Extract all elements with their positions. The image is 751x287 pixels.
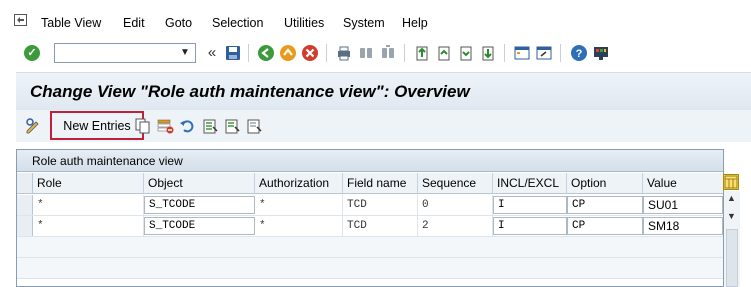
customize-layout-icon[interactable] (592, 44, 610, 62)
select-block-icon[interactable] (223, 117, 241, 135)
page-title: Change View "Role auth maintenance view"… (30, 82, 470, 101)
cell-sequence: 2 (418, 216, 493, 236)
table-row: * S_TCODE * TCD 0 I CP SU01 (17, 195, 723, 216)
application-toolbar: New Entries (16, 110, 751, 142)
cell-incl-excl[interactable]: I (493, 196, 567, 214)
cell-field-name: TCD (343, 195, 418, 215)
cell-value[interactable]: SU01 (643, 196, 723, 214)
table-control: Role auth maintenance view Role Object A… (16, 149, 724, 287)
expand-toolbar-icon[interactable]: « (203, 44, 221, 62)
cell-value[interactable]: SM18 (643, 217, 723, 235)
cell-role: * (33, 195, 144, 215)
svg-text:?: ? (576, 48, 583, 60)
find-next-icon[interactable] (379, 44, 397, 62)
empty-table-row[interactable] (17, 237, 723, 258)
menu-goto[interactable]: Goto (165, 16, 192, 30)
print-icon[interactable] (335, 44, 353, 62)
empty-table-row[interactable] (17, 258, 723, 279)
undo-icon[interactable] (178, 117, 196, 135)
menu-system[interactable]: System (343, 16, 385, 30)
cell-field-name: TCD (343, 216, 418, 236)
cell-incl-excl[interactable]: I (493, 217, 567, 235)
check-icon[interactable]: ✓ (24, 45, 40, 61)
vertical-scrollbar[interactable]: ▲ ▼ (724, 191, 740, 287)
copy-as-icon[interactable] (134, 117, 152, 135)
menu-help[interactable]: Help (402, 16, 428, 30)
scrollbar-thumb[interactable] (726, 229, 738, 287)
column-header-field-name[interactable]: Field name (343, 173, 418, 193)
standard-toolbar: ✓ ▼ « ? (0, 40, 751, 70)
toolbar-separator (404, 44, 405, 62)
display-change-icon[interactable] (24, 117, 42, 135)
menu-selection[interactable]: Selection (212, 16, 263, 30)
menu-utilities[interactable]: Utilities (284, 16, 324, 30)
previous-page-icon[interactable] (435, 44, 453, 62)
menu-bar: Table View Edit Goto Selection Utilities… (0, 0, 751, 40)
column-header-object[interactable]: Object (144, 173, 255, 193)
table-settings-icon[interactable] (723, 174, 739, 190)
cell-role: * (33, 216, 144, 236)
table-header: Role Object Authorization Field name Seq… (17, 173, 723, 194)
cell-authorization: * (255, 195, 343, 215)
deselect-all-icon[interactable] (245, 117, 263, 135)
next-page-icon[interactable] (457, 44, 475, 62)
help-icon[interactable]: ? (570, 44, 588, 62)
column-header-sequence[interactable]: Sequence (418, 173, 493, 193)
column-header-incl-excl[interactable]: INCL/EXCL (493, 173, 567, 193)
create-session-icon[interactable] (513, 44, 531, 62)
menu-edit[interactable]: Edit (123, 16, 145, 30)
toolbar-separator (326, 44, 327, 62)
column-header-authorization[interactable]: Authorization (255, 173, 343, 193)
cell-sequence: 0 (418, 195, 493, 215)
toolbar-separator (504, 44, 505, 62)
last-page-icon[interactable] (479, 44, 497, 62)
table-title: Role auth maintenance view (32, 154, 183, 168)
cell-object[interactable]: S_TCODE (144, 196, 255, 214)
first-page-icon[interactable] (413, 44, 431, 62)
column-header-role[interactable]: Role (33, 173, 144, 193)
cell-object[interactable]: S_TCODE (144, 217, 255, 235)
column-header-option[interactable]: Option (567, 173, 643, 193)
row-selector[interactable] (17, 195, 33, 215)
cell-option[interactable]: CP (567, 196, 643, 214)
chevron-down-icon[interactable]: ▼ (177, 45, 193, 61)
find-icon[interactable] (357, 44, 375, 62)
save-icon[interactable] (224, 44, 242, 62)
content-area: Role auth maintenance view Role Object A… (16, 142, 751, 287)
column-header-value[interactable]: Value (643, 173, 723, 193)
create-shortcut-icon[interactable] (535, 44, 553, 62)
table-row: * S_TCODE * TCD 2 I CP SM18 (17, 216, 723, 237)
toolbar-separator (248, 44, 249, 62)
exit-icon[interactable] (279, 44, 297, 62)
cell-authorization: * (255, 216, 343, 236)
system-menu-icon[interactable] (14, 14, 27, 26)
table-title-bar: Role auth maintenance view (17, 150, 723, 172)
scroll-up-icon[interactable]: ▲ (727, 193, 736, 203)
command-field[interactable]: ▼ (54, 43, 196, 63)
toolbar-separator (560, 44, 561, 62)
title-bar: Change View "Role auth maintenance view"… (16, 72, 751, 110)
command-input[interactable] (55, 44, 173, 62)
back-icon[interactable] (257, 44, 275, 62)
new-entries-button[interactable]: New Entries (50, 111, 144, 140)
select-all-icon[interactable] (201, 117, 219, 135)
delete-icon[interactable] (156, 117, 174, 135)
row-selector[interactable] (17, 216, 33, 236)
scroll-down-icon[interactable]: ▼ (727, 211, 736, 221)
menu-table-view[interactable]: Table View (41, 16, 101, 30)
select-all-cell[interactable] (17, 173, 33, 193)
cancel-icon[interactable] (301, 44, 319, 62)
cell-option[interactable]: CP (567, 217, 643, 235)
